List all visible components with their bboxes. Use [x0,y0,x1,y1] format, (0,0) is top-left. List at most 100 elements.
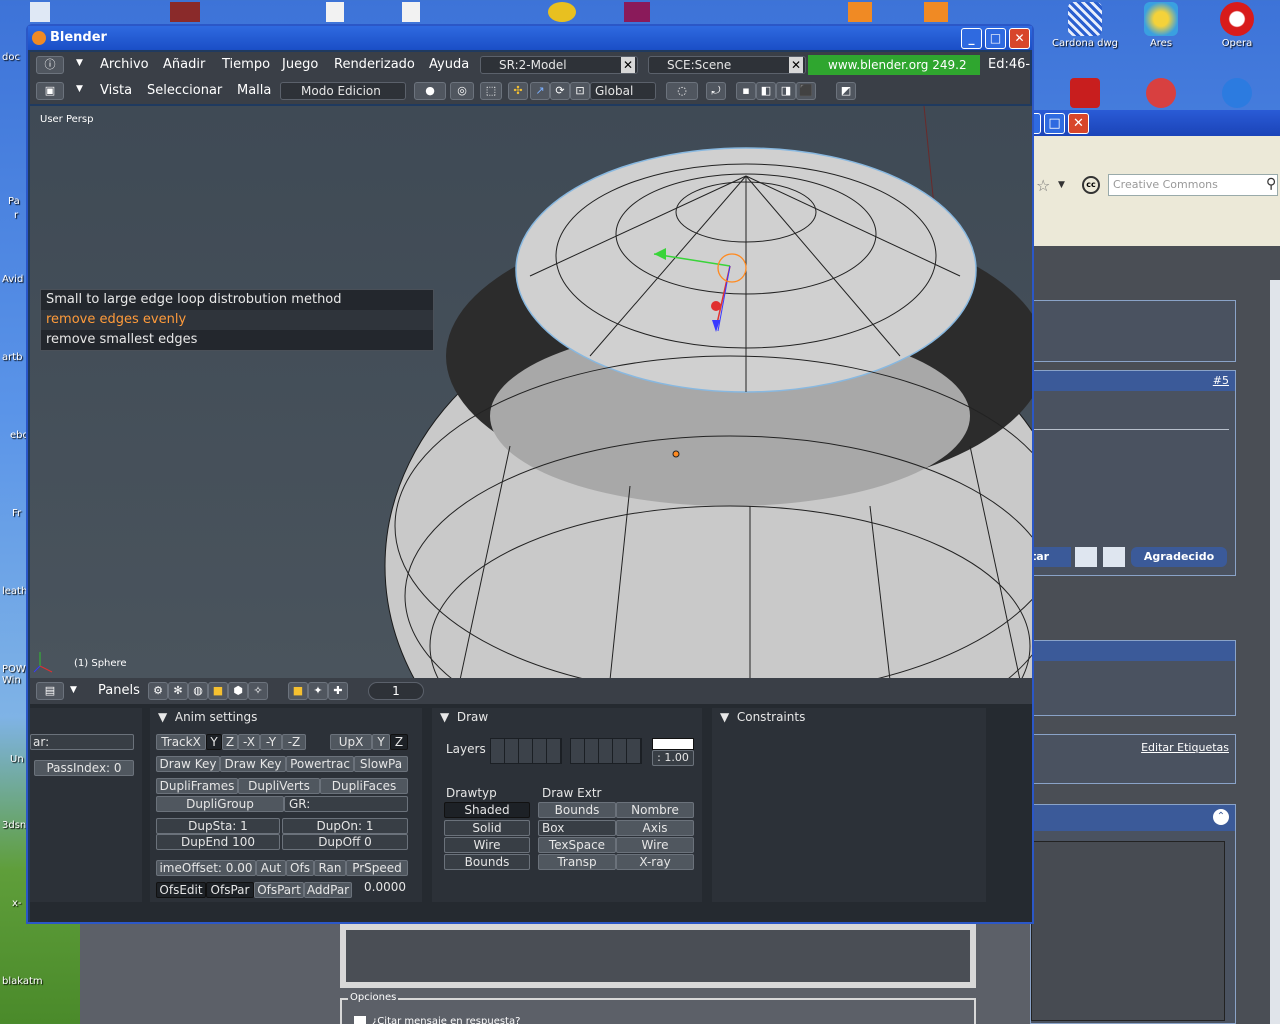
pivot-icon[interactable]: ◎ [450,82,474,100]
track-y-button[interactable]: Y [206,734,222,750]
track-x-button[interactable]: TrackX [156,734,206,750]
maximize-button[interactable]: □ [985,28,1006,49]
layer-grid-1[interactable] [490,738,562,764]
dupend-field[interactable]: DupEnd 100 [156,834,280,850]
search-icon[interactable]: ⚲ [1266,176,1276,192]
player-icon[interactable] [1222,78,1252,108]
extra-axis-button[interactable]: Axis [616,820,694,836]
collapse-icon[interactable]: ⌃ [1213,809,1229,825]
menu-seleccionar[interactable]: Seleccionar [147,83,222,98]
snap-icon[interactable]: ⤾ [706,82,726,100]
constraints-header[interactable]: ▼ Constraints [712,708,986,726]
drawtype-bounds[interactable]: Bounds [444,854,530,870]
document-icon[interactable] [326,2,344,22]
dupligroup-button[interactable]: DupliGroup [156,796,284,812]
ran-button[interactable]: Ran [314,860,346,876]
file-icon[interactable] [30,2,50,22]
menu-tiempo[interactable]: Tiempo [222,57,270,72]
post-number[interactable]: #5 [1031,371,1235,391]
search-input[interactable]: Creative Commons [1108,174,1278,196]
draw-key-sel-button[interactable]: Draw Key [220,756,286,772]
draw-key-button[interactable]: Draw Key [156,756,220,772]
document-icon[interactable] [402,2,420,22]
extra-bounds-button[interactable]: Bounds [538,802,616,818]
orientation-selector[interactable]: Global [590,82,656,100]
dupoff-field[interactable]: DupOff 0 [282,834,408,850]
ofsedit-button[interactable]: OfsEdit [156,882,206,898]
up-x-button[interactable]: UpX [330,734,372,750]
reply-textarea[interactable] [1031,841,1225,1021]
dupliframes-button[interactable]: DupliFrames [156,778,238,794]
thanks-button[interactable]: Agradecido [1131,547,1227,567]
screen-selector[interactable]: SR:2-Model ✕ [480,56,638,74]
scene-icon[interactable]: ✧ [248,682,268,700]
sphere-mesh[interactable] [30,106,1032,680]
info-icon[interactable]: ⓘ [36,56,64,74]
ofs-button[interactable]: Ofs [286,860,314,876]
scrollbar[interactable] [1270,280,1280,1024]
occlude-icon[interactable]: ⬛ [796,82,816,100]
alpha-field[interactable]: : 1.00 [652,750,694,766]
desktop-icon-cardona[interactable]: Cardona dwg [1050,2,1120,49]
vertex-select-icon[interactable]: ▪ [736,82,756,100]
editor-type-icon[interactable]: ▤ [36,682,64,700]
translate-icon[interactable]: ↗ [530,82,550,100]
archive-icon[interactable] [170,2,200,22]
group-field[interactable]: GR: [284,796,408,812]
extra-transp-button[interactable]: Transp [538,854,616,870]
edge-select-icon[interactable]: ◧ [756,82,776,100]
png-file-icon[interactable] [924,2,948,22]
close-button[interactable]: ✕ [1068,113,1089,134]
color-swatch[interactable] [652,738,694,750]
bounds-type-select[interactable]: Box [538,820,616,836]
maximize-button[interactable]: □ [1044,113,1065,134]
edit-tags-link[interactable]: Editar Etiquetas [1141,741,1229,754]
png-file-icon[interactable] [848,2,872,22]
chevron-down-icon[interactable]: ▼ [76,58,83,68]
draw-header[interactable]: ▼ Draw [432,708,702,726]
physics-icon[interactable]: ✦ [308,682,328,700]
rotate-icon[interactable]: ⟳ [550,82,570,100]
extra-texspace-button[interactable]: TexSpace [538,837,616,853]
object-icon[interactable]: ■ [208,682,228,700]
edit-icon[interactable] [1103,547,1125,567]
viewport-3d[interactable]: User Persp (1) Sphere Small to large edg… [30,106,1032,680]
drawtype-wire[interactable]: Wire [444,837,530,853]
menu-ayuda[interactable]: Ayuda [429,57,469,72]
face-select-icon[interactable]: ◨ [776,82,796,100]
desktop-icon-ares[interactable]: Ares [1126,2,1196,49]
quote-icon[interactable] [1075,547,1097,567]
desktop-icon-opera[interactable]: Opera [1202,2,1272,49]
time-offset-field[interactable]: imeOffset: 0.00 [156,860,256,876]
track-negz-button[interactable]: -Z [282,734,306,750]
extra-name-button[interactable]: Nombre [616,802,694,818]
menu-archivo[interactable]: Archivo [100,57,149,72]
slowpar-button[interactable]: SlowPa [354,756,408,772]
dupsta-field[interactable]: DupSta: 1 [156,818,280,834]
object-panel-icon[interactable]: ■ [288,682,308,700]
addpar-button[interactable]: AddPar [304,882,352,898]
scene-selector[interactable]: SCE:Scene ✕ [648,56,806,74]
edit-icon[interactable]: ⬢ [228,682,248,700]
layer-grid-2[interactable] [570,738,642,764]
select-icon[interactable]: ⬚ [480,82,502,100]
star-icon[interactable] [624,2,650,22]
track-z-button[interactable]: Z [222,734,238,750]
draw-type-icon[interactable]: ● [414,82,446,100]
chevron-down-icon[interactable]: ▼ [76,84,83,94]
logic-icon[interactable]: ⚙ [148,682,168,700]
anim-settings-header[interactable]: ▼ Anim settings [150,708,422,726]
media-icon[interactable] [1146,78,1176,108]
close-button[interactable]: ✕ [1009,28,1030,49]
drawtype-solid[interactable]: Solid [444,820,530,836]
acrobat-icon[interactable] [1070,78,1100,108]
particles-icon[interactable]: ✚ [328,682,348,700]
popup-item-remove-evenly[interactable]: remove edges evenly [41,310,433,330]
powertrack-button[interactable]: Powertrac [286,756,354,772]
shading-icon[interactable]: ◍ [188,682,208,700]
track-negx-button[interactable]: -X [238,734,260,750]
ofspart-button[interactable]: OfsPart [254,882,304,898]
quote-checkbox[interactable] [354,1016,366,1024]
frame-number-field[interactable]: 1 [368,682,424,700]
ofspar-button[interactable]: OfsPar [206,882,254,898]
